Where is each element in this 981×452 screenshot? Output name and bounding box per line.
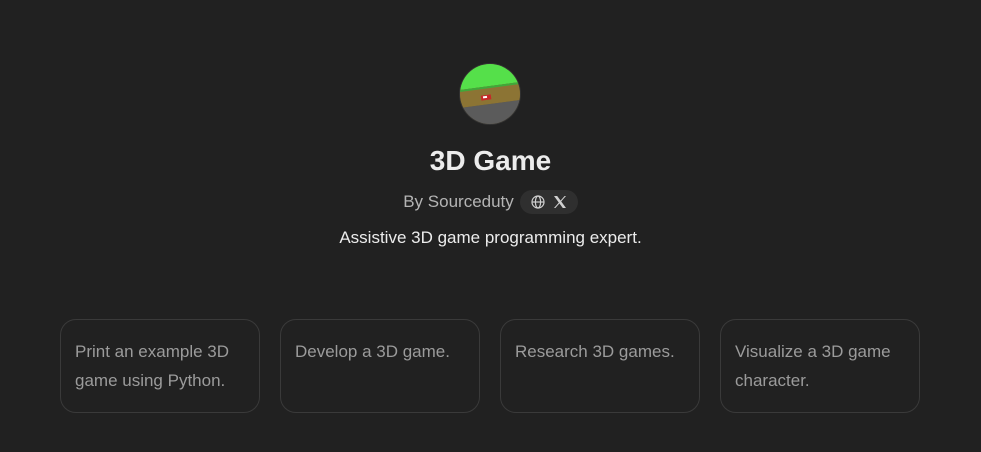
- starter-card[interactable]: Research 3D games.: [500, 319, 700, 413]
- gpt-title: 3D Game: [429, 145, 552, 176]
- gpt-intro: 3D Game By Sourceduty Assistive 3D game …: [0, 0, 981, 452]
- game-scene-icon: [460, 64, 520, 124]
- conversation-starters: Print an example 3D game using Python. D…: [60, 319, 920, 413]
- gpt-description: Assistive 3D game programming expert.: [339, 228, 642, 247]
- starter-card[interactable]: Print an example 3D game using Python.: [60, 319, 260, 413]
- globe-icon[interactable]: [530, 194, 546, 210]
- starter-card[interactable]: Develop a 3D game.: [280, 319, 480, 413]
- author-label: By Sourceduty: [403, 192, 514, 211]
- author-links: [519, 190, 578, 214]
- gpt-avatar: [460, 64, 520, 124]
- x-logo-icon[interactable]: [552, 194, 568, 210]
- byline: By Sourceduty: [0, 189, 981, 215]
- starter-card[interactable]: Visualize a 3D game character.: [720, 319, 920, 413]
